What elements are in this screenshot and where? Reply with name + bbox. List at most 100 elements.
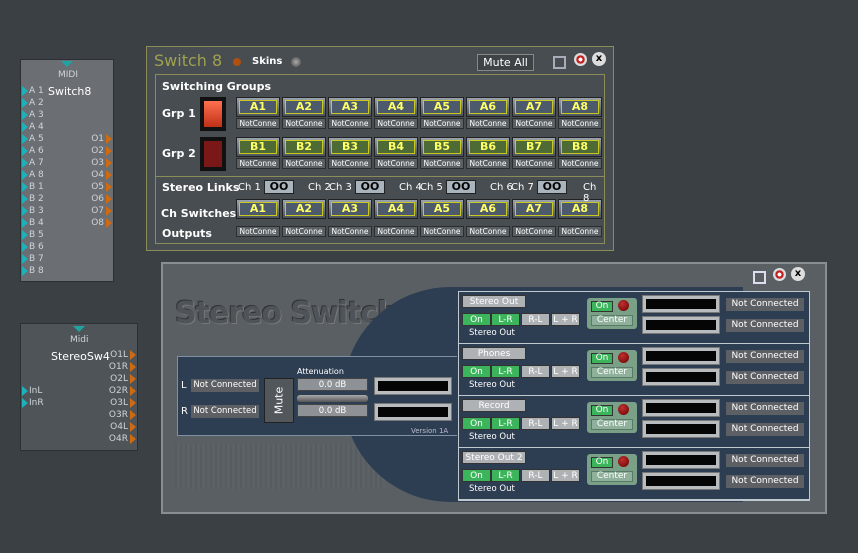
l-r-button[interactable]: L-R — [491, 313, 520, 326]
stereosw4-module[interactable]: Midi StereoSw4 InL InR O1L O1R O2L O2R O3L O3R O… — [20, 323, 138, 451]
input-port[interactable]: A 4 — [22, 121, 44, 133]
r-l-button[interactable]: R-L — [521, 365, 550, 378]
group-b-button[interactable]: B5 — [420, 137, 464, 157]
input-port[interactable]: B 7 — [22, 253, 44, 265]
output-port[interactable]: O4R — [109, 433, 136, 445]
input-port[interactable]: B 2 — [22, 193, 44, 205]
l-plus-r-button[interactable]: L + R — [551, 469, 580, 482]
input-port[interactable]: B 4 — [22, 217, 44, 229]
output-port[interactable]: O8 — [91, 217, 112, 229]
r-l-button[interactable]: R-L — [521, 313, 550, 326]
group-a-button[interactable]: A6 — [466, 97, 510, 117]
input-port[interactable]: A 6 — [22, 145, 44, 157]
l-r-button[interactable]: L-R — [491, 469, 520, 482]
attenuation-r-value[interactable]: 0.0 dB — [297, 404, 368, 417]
group-a-button[interactable]: A4 — [374, 97, 418, 117]
l-plus-r-button[interactable]: L + R — [551, 417, 580, 430]
minimize-icon[interactable] — [773, 268, 786, 281]
windows-icon[interactable] — [553, 56, 566, 69]
l-plus-r-button[interactable]: L + R — [551, 365, 580, 378]
group-a-button[interactable]: A7 — [512, 97, 556, 117]
input-port[interactable]: InR — [22, 397, 44, 409]
output-port[interactable]: O3R — [109, 409, 136, 421]
stereo-link-toggle[interactable]: OO — [446, 180, 476, 194]
section-name-field[interactable]: Phones — [462, 347, 526, 360]
group-b-button[interactable]: B3 — [328, 137, 372, 157]
close-icon[interactable]: x — [592, 52, 606, 66]
on-button[interactable]: On — [462, 417, 491, 430]
windows-icon[interactable] — [753, 271, 766, 284]
output-port[interactable]: O5 — [91, 181, 112, 193]
output-port[interactable]: O3L — [110, 397, 136, 409]
center-knob[interactable] — [618, 456, 629, 467]
group-b-button[interactable]: B8 — [558, 137, 602, 157]
center-on-button[interactable]: On — [591, 457, 613, 468]
input-port[interactable]: B 8 — [22, 265, 44, 277]
input-port[interactable]: A 3 — [22, 109, 44, 121]
grp1-toggle-switch[interactable] — [200, 97, 226, 131]
input-port[interactable]: InL — [22, 385, 42, 397]
output-port[interactable]: O2R — [109, 385, 136, 397]
minimize-icon[interactable] — [574, 53, 587, 66]
input-port[interactable]: A 2 — [22, 97, 44, 109]
section-name-field[interactable]: Stereo Out 2 — [462, 451, 526, 464]
group-b-button[interactable]: B7 — [512, 137, 556, 157]
on-button[interactable]: On — [462, 313, 491, 326]
input-port[interactable]: B 1 — [22, 181, 44, 193]
close-icon[interactable]: x — [791, 267, 805, 281]
stereo-link-toggle[interactable]: OO — [537, 180, 567, 194]
ch-switch-button[interactable]: A3 — [328, 199, 372, 219]
center-knob[interactable] — [618, 352, 629, 363]
ch-switch-button[interactable]: A6 — [466, 199, 510, 219]
input-port[interactable]: A 5 — [22, 133, 44, 145]
output-port[interactable]: O2L — [110, 373, 136, 385]
group-a-button[interactable]: A3 — [328, 97, 372, 117]
on-button[interactable]: On — [462, 365, 491, 378]
ch-switch-button[interactable]: A4 — [374, 199, 418, 219]
output-port[interactable]: O7 — [91, 205, 112, 217]
l-r-button[interactable]: L-R — [491, 365, 520, 378]
group-a-button[interactable]: A5 — [420, 97, 464, 117]
input-port[interactable]: A 7 — [22, 157, 44, 169]
r-l-button[interactable]: R-L — [521, 469, 550, 482]
output-port[interactable]: O3 — [91, 157, 112, 169]
group-a-button[interactable]: A2 — [282, 97, 326, 117]
grp2-toggle-switch[interactable] — [200, 137, 226, 171]
l-plus-r-button[interactable]: L + R — [551, 313, 580, 326]
output-port[interactable]: O2 — [91, 145, 112, 157]
input-port[interactable]: A 8 — [22, 169, 44, 181]
group-a-button[interactable]: A1 — [236, 97, 280, 117]
r-l-button[interactable]: R-L — [521, 417, 550, 430]
switch8-module[interactable]: MIDI Switch8 A 1 A 2 A 3 A 4 A 5 A 6 A 7 A 8 B 1… — [20, 59, 114, 282]
section-name-field[interactable]: Record — [462, 399, 526, 412]
l-r-button[interactable]: L-R — [491, 417, 520, 430]
output-port[interactable]: O4L — [110, 421, 136, 433]
group-b-button[interactable]: B6 — [466, 137, 510, 157]
midi-port-icon[interactable] — [61, 61, 73, 67]
ch-switch-button[interactable]: A1 — [236, 199, 280, 219]
midi-port-icon[interactable] — [73, 326, 85, 332]
group-b-button[interactable]: B4 — [374, 137, 418, 157]
output-port[interactable]: O6 — [91, 193, 112, 205]
stereo-link-toggle[interactable]: OO — [355, 180, 385, 194]
output-port[interactable]: O1R — [109, 361, 136, 373]
skins-knob[interactable] — [291, 57, 301, 67]
center-on-button[interactable]: On — [591, 301, 613, 312]
output-port[interactable]: O4 — [91, 169, 112, 181]
output-port[interactable]: O1L — [110, 349, 136, 361]
stereo-link-toggle[interactable]: OO — [264, 180, 294, 194]
group-a-button[interactable]: A8 — [558, 97, 602, 117]
center-on-button[interactable]: On — [591, 353, 613, 364]
group-b-button[interactable]: B2 — [282, 137, 326, 157]
input-port[interactable]: B 3 — [22, 205, 44, 217]
attenuation-slider[interactable] — [297, 395, 368, 402]
center-knob[interactable] — [618, 300, 629, 311]
ch-switch-button[interactable]: A2 — [282, 199, 326, 219]
input-port[interactable]: A 1 — [22, 85, 44, 97]
center-on-button[interactable]: On — [591, 405, 613, 416]
on-button[interactable]: On — [462, 469, 491, 482]
group-b-button[interactable]: B1 — [236, 137, 280, 157]
input-port[interactable]: B 5 — [22, 229, 44, 241]
section-name-field[interactable]: Stereo Out — [462, 295, 526, 308]
output-port[interactable]: O1 — [91, 133, 112, 145]
